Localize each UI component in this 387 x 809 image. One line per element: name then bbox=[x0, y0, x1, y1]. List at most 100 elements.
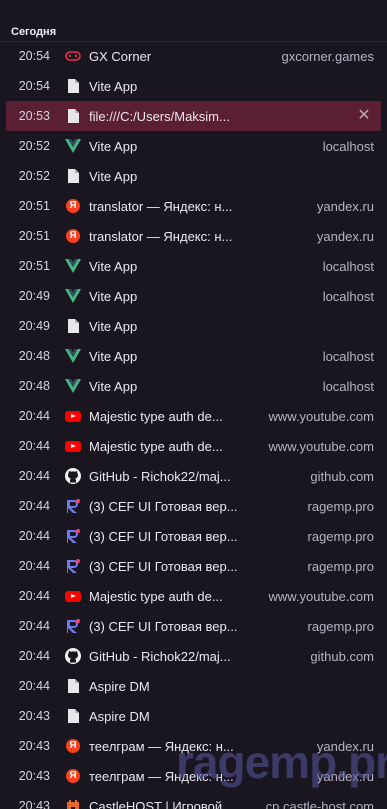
ragemp-icon bbox=[65, 558, 81, 574]
page-domain: cp.castle-host.com bbox=[265, 798, 374, 809]
visit-time: 20:52 bbox=[18, 139, 50, 153]
page-title: GitHub - Richok22/maj... bbox=[89, 648, 231, 664]
visit-time: 20:44 bbox=[18, 559, 50, 573]
page-title: (3) CEF UI Готовая вер... bbox=[89, 528, 238, 544]
file-icon bbox=[65, 318, 81, 334]
history-row[interactable]: 20:48 Vite App localhost bbox=[6, 341, 381, 371]
remove-entry-close-icon[interactable]: ✕ bbox=[356, 108, 372, 124]
history-row[interactable]: 20:51 Яtranslator — Яндекс: н... yandex.ru bbox=[6, 221, 381, 251]
page-domain: www.youtube.com bbox=[268, 408, 375, 424]
page-domain: gxcorner.games bbox=[281, 48, 375, 64]
page-title: (3) CEF UI Готовая вер... bbox=[89, 618, 238, 634]
ragemp-icon bbox=[65, 498, 81, 514]
page-domain: www.youtube.com bbox=[268, 588, 375, 604]
page-domain: github.com bbox=[310, 648, 374, 664]
history-row[interactable]: 20:51 Vite App localhost bbox=[6, 251, 381, 281]
page-title: Vite App bbox=[89, 78, 138, 94]
file-icon bbox=[65, 168, 81, 184]
visit-time: 20:44 bbox=[18, 409, 50, 423]
page-title: Vite App bbox=[89, 168, 138, 184]
page-title: Majestic type auth de... bbox=[89, 408, 223, 424]
page-title: Vite App bbox=[89, 378, 138, 394]
history-row[interactable]: 20:52 Vite App localhost bbox=[6, 131, 381, 161]
history-row[interactable]: 20:43 Ятеелграм — Яндекс: н... yandex.ru bbox=[6, 731, 381, 761]
page-domain: ragemp.pro bbox=[307, 528, 374, 544]
page-title: translator — Яндекс: н... bbox=[89, 228, 233, 244]
visit-time: 20:44 bbox=[18, 499, 50, 513]
page-title: теелграм — Яндекс: н... bbox=[89, 768, 234, 784]
history-row[interactable]: 20:54 GX Corner gxcorner.games bbox=[6, 41, 381, 71]
visit-time: 20:51 bbox=[18, 199, 50, 213]
visit-time: 20:48 bbox=[18, 379, 50, 393]
page-title: Aspire DM bbox=[89, 678, 150, 694]
section-header-today: Сегодня bbox=[11, 26, 57, 38]
page-title: CastleHOST | Игровой... bbox=[89, 798, 233, 809]
visit-time: 20:44 bbox=[18, 589, 50, 603]
ragemp-icon bbox=[65, 618, 81, 634]
visit-time: 20:51 bbox=[18, 259, 50, 273]
history-row[interactable]: 20:43 CastleHOST | Игровой... cp.castle-ho… bbox=[6, 791, 381, 809]
file-icon bbox=[65, 678, 81, 694]
history-row[interactable]: 20:49 Vite App localhost bbox=[6, 281, 381, 311]
history-row[interactable]: 20:49 Vite App bbox=[6, 311, 381, 341]
visit-time: 20:43 bbox=[18, 739, 50, 753]
page-title: Vite App bbox=[89, 318, 138, 334]
github-icon bbox=[65, 468, 81, 484]
history-row[interactable]: 20:52 Vite App bbox=[6, 161, 381, 191]
history-row[interactable]: 20:44 (3) CEF UI Готовая вер... ragemp.pro bbox=[6, 491, 381, 521]
page-title: Aspire DM bbox=[89, 708, 150, 724]
page-title: translator — Яндекс: н... bbox=[89, 198, 233, 214]
history-row[interactable]: 20:44 Majestic type auth de... www.youtube… bbox=[6, 431, 381, 461]
history-row[interactable]: 20:44 GitHub - Richok22/maj... github.com bbox=[6, 461, 381, 491]
visit-time: 20:54 bbox=[18, 49, 50, 63]
history-row[interactable]: 20:44 (3) CEF UI Готовая вер... ragemp.pro bbox=[6, 521, 381, 551]
history-row[interactable]: 20:44 Aspire DM bbox=[6, 671, 381, 701]
yandex-icon: Я bbox=[65, 198, 81, 214]
history-row-selected[interactable]: 20:53 file:///C:/Users/Maksim... ✕ bbox=[6, 101, 381, 131]
youtube-icon bbox=[65, 588, 81, 604]
page-domain: yandex.ru bbox=[316, 768, 374, 784]
history-row[interactable]: 20:44 Majestic type auth de... www.youtube… bbox=[6, 401, 381, 431]
ragemp-icon bbox=[65, 528, 81, 544]
visit-time: 20:43 bbox=[18, 799, 50, 809]
youtube-icon bbox=[65, 408, 81, 424]
page-title: Vite App bbox=[89, 288, 138, 304]
visit-time: 20:43 bbox=[18, 709, 50, 723]
history-row[interactable]: 20:44 Majestic type auth de... www.youtube… bbox=[6, 581, 381, 611]
history-row[interactable]: 20:43 Ятеелграм — Яндекс: н... yandex.ru bbox=[6, 761, 381, 791]
history-row[interactable]: 20:54 Vite App bbox=[6, 71, 381, 101]
history-row[interactable]: 20:44 (3) CEF UI Готовая вер... ragemp.pro bbox=[6, 611, 381, 641]
page-title: Vite App bbox=[89, 348, 138, 364]
page-domain: localhost bbox=[322, 258, 374, 274]
page-domain: localhost bbox=[322, 288, 374, 304]
visit-time: 20:44 bbox=[18, 529, 50, 543]
history-row[interactable]: 20:44 (3) CEF UI Готовая вер... ragemp.pro bbox=[6, 551, 381, 581]
history-row[interactable]: 20:43 Aspire DM bbox=[6, 701, 381, 731]
page-title: GX Corner bbox=[89, 48, 152, 64]
visit-time: 20:54 bbox=[18, 79, 50, 93]
history-row[interactable]: 20:51 Яtranslator — Яндекс: н... yandex.ru bbox=[6, 191, 381, 221]
yandex-icon: Я bbox=[65, 738, 81, 754]
page-domain: localhost bbox=[322, 138, 374, 154]
visit-time: 20:44 bbox=[18, 469, 50, 483]
visit-time: 20:52 bbox=[18, 169, 50, 183]
page-domain: www.youtube.com bbox=[268, 438, 375, 454]
page-title: GitHub - Richok22/maj... bbox=[89, 468, 231, 484]
page-title: теелграм — Яндекс: н... bbox=[89, 738, 234, 754]
history-row[interactable]: 20:48 Vite App localhost bbox=[6, 371, 381, 401]
visit-time: 20:44 bbox=[18, 649, 50, 663]
history-row[interactable]: 20:44 GitHub - Richok22/maj... github.com bbox=[6, 641, 381, 671]
gx-corner-icon bbox=[65, 48, 81, 64]
castlehost-icon bbox=[65, 798, 81, 809]
visit-time: 20:43 bbox=[18, 769, 50, 783]
page-title: (3) CEF UI Готовая вер... bbox=[89, 558, 238, 574]
page-domain: localhost bbox=[322, 348, 374, 364]
page-domain: yandex.ru bbox=[316, 738, 374, 754]
github-icon bbox=[65, 648, 81, 664]
page-domain: yandex.ru bbox=[316, 228, 374, 244]
vue-icon bbox=[65, 348, 81, 364]
visit-time: 20:48 bbox=[18, 349, 50, 363]
page-domain: ragemp.pro bbox=[307, 558, 374, 574]
visit-time: 20:44 bbox=[18, 679, 50, 693]
visit-time: 20:49 bbox=[18, 289, 50, 303]
